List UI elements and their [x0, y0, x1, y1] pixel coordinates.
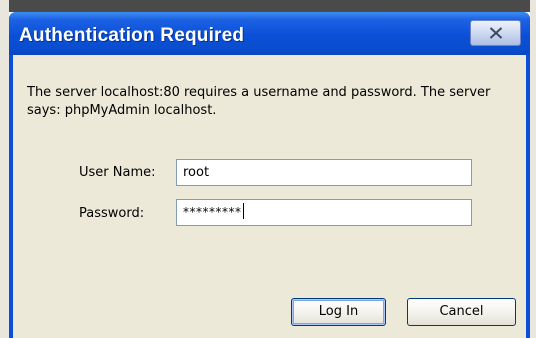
login-button[interactable]: Log In	[291, 298, 386, 326]
password-field[interactable]: *********	[176, 199, 472, 226]
window-title: Authentication Required	[19, 25, 245, 46]
background-desktop-top	[0, 0, 536, 12]
title-bar[interactable]: Authentication Required	[9, 12, 530, 55]
auth-message: The server localhost:80 requires a usern…	[27, 85, 491, 118]
authentication-dialog: Authentication Required The server local…	[9, 12, 530, 338]
username-value: root	[183, 165, 210, 180]
close-button[interactable]	[470, 20, 521, 46]
screen: Authentication Required The server local…	[0, 0, 536, 338]
password-value: *********	[183, 205, 242, 219]
text-caret	[242, 203, 244, 219]
background-desktop-right	[530, 0, 536, 338]
background-desktop-left	[0, 0, 9, 338]
password-label: Password:	[79, 206, 145, 221]
username-label: User Name:	[79, 165, 156, 180]
username-field[interactable]: root	[176, 159, 472, 186]
dialog-body: The server localhost:80 requires a usern…	[13, 55, 526, 338]
close-icon	[489, 27, 503, 39]
cancel-button[interactable]: Cancel	[407, 298, 516, 326]
